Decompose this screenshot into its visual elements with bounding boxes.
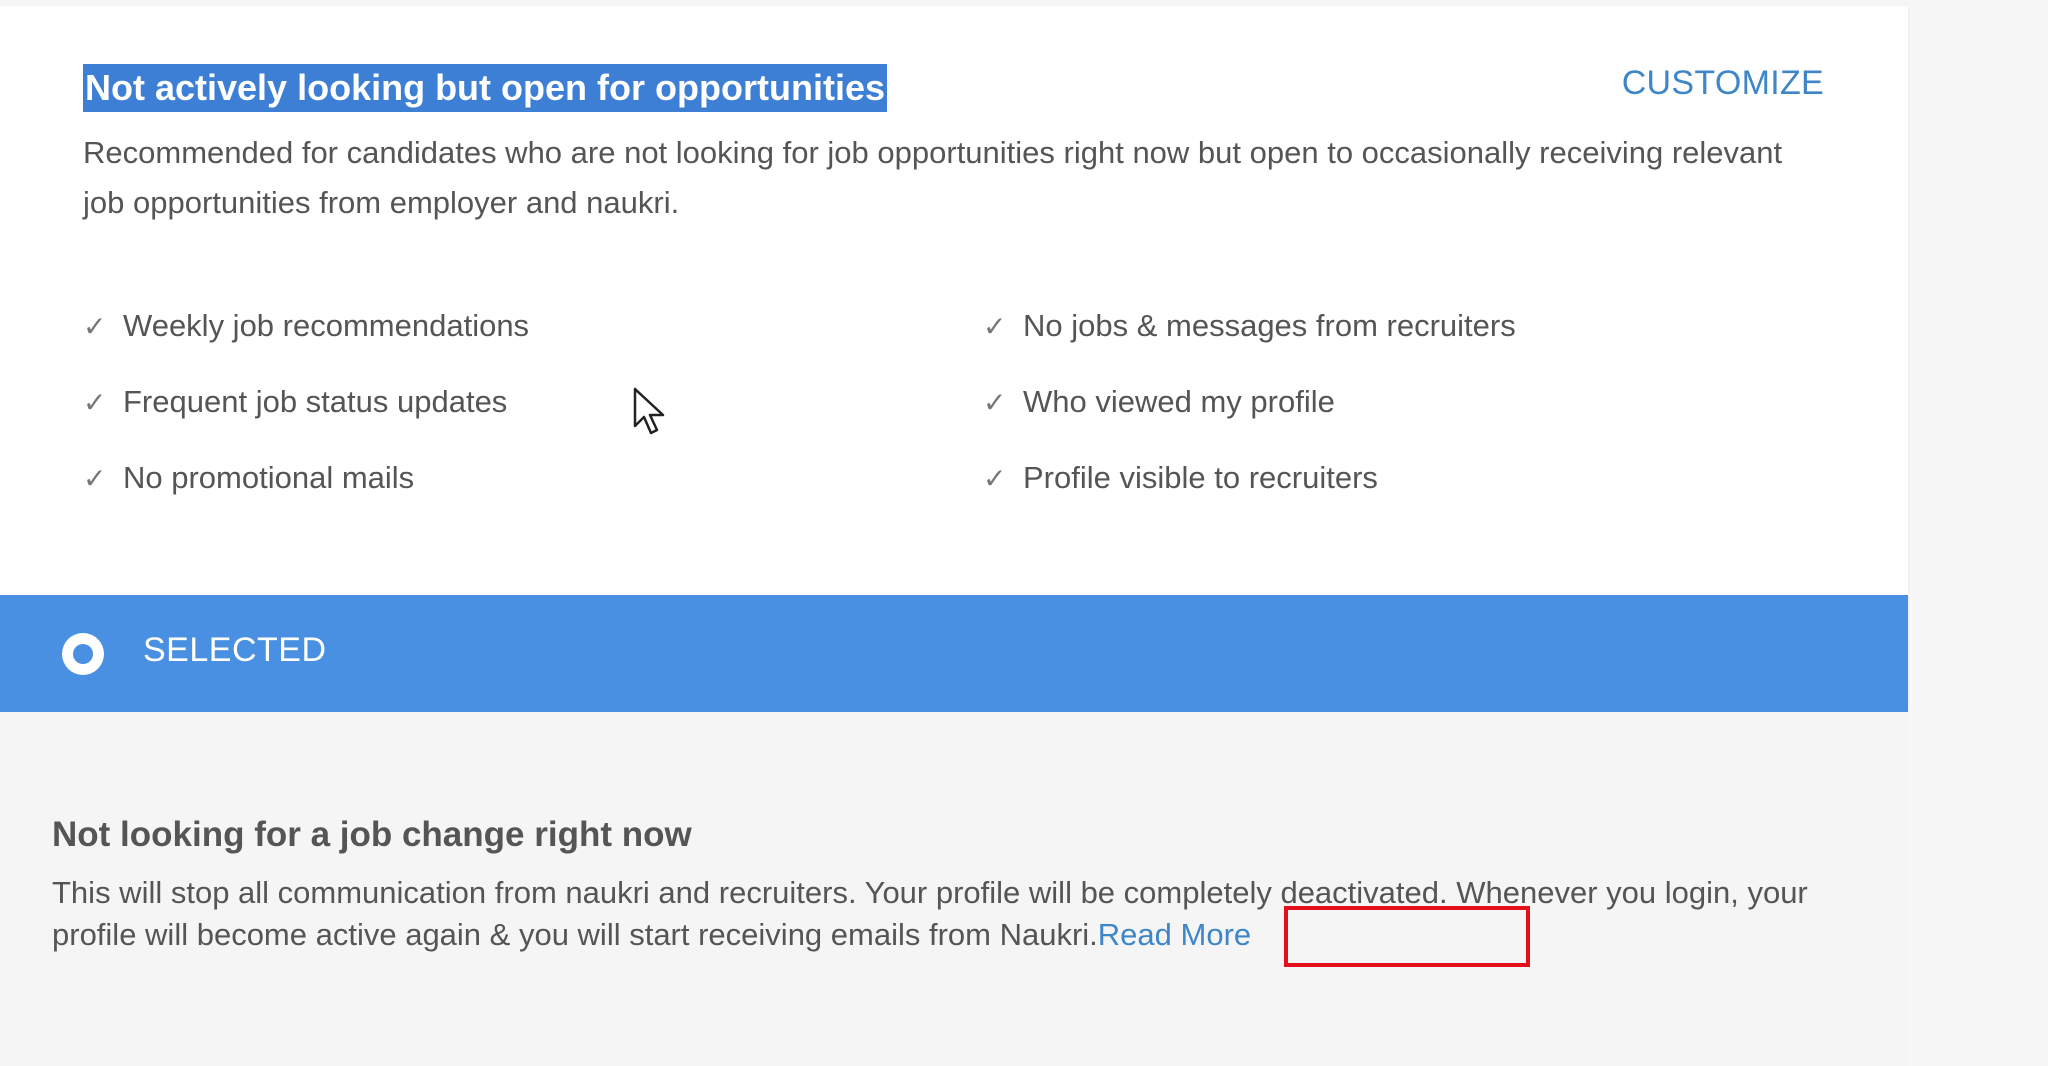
feature-item: ✓ Who viewed my profile (983, 382, 1883, 422)
feature-item: ✓ No promotional mails (83, 458, 983, 498)
feature-item: ✓ Weekly job recommendations (83, 306, 983, 346)
check-icon: ✓ (983, 386, 1007, 418)
selected-status-bar[interactable]: SELECTED (0, 595, 1908, 712)
check-icon: ✓ (83, 386, 107, 418)
option-description-text: This will stop all communication from na… (52, 875, 1808, 952)
check-icon: ✓ (983, 462, 1007, 494)
feature-label: Weekly job recommendations (123, 308, 530, 343)
read-more-highlight-box (1284, 906, 1530, 967)
feature-label: No jobs & messages from recruiters (1023, 308, 1516, 343)
feature-item: ✓ Frequent job status updates (83, 382, 983, 422)
feature-list: ✓ Weekly job recommendations ✓ No jobs &… (83, 306, 1883, 498)
feature-item: ✓ Profile visible to recruiters (983, 458, 1883, 498)
check-icon: ✓ (983, 310, 1007, 342)
check-icon: ✓ (83, 310, 107, 342)
selected-label: SELECTED (143, 631, 327, 669)
option-title-not-looking: Not looking for a job change right now (52, 815, 692, 854)
feature-item: ✓ No jobs & messages from recruiters (983, 306, 1883, 346)
feature-label: Profile visible to recruiters (1023, 460, 1378, 495)
job-search-status-card-open-for-opportunities[interactable]: Not actively looking but open for opport… (0, 6, 1908, 712)
feature-label: No promotional mails (123, 460, 415, 495)
customize-button[interactable]: CUSTOMIZE (1622, 64, 1824, 103)
option-description: Recommended for candidates who are not l… (83, 135, 1783, 220)
mouse-pointer-icon (633, 387, 665, 435)
option-description-not-looking: This will stop all communication from na… (52, 872, 1832, 956)
feature-label: Who viewed my profile (1023, 384, 1335, 419)
page-right-margin (1908, 0, 2048, 1066)
radio-selected-icon[interactable] (62, 633, 104, 675)
feature-label: Frequent job status updates (123, 384, 508, 419)
option-title: Not actively looking but open for opport… (83, 64, 887, 112)
read-more-link[interactable]: Read More (1098, 917, 1251, 952)
check-icon: ✓ (83, 462, 107, 494)
